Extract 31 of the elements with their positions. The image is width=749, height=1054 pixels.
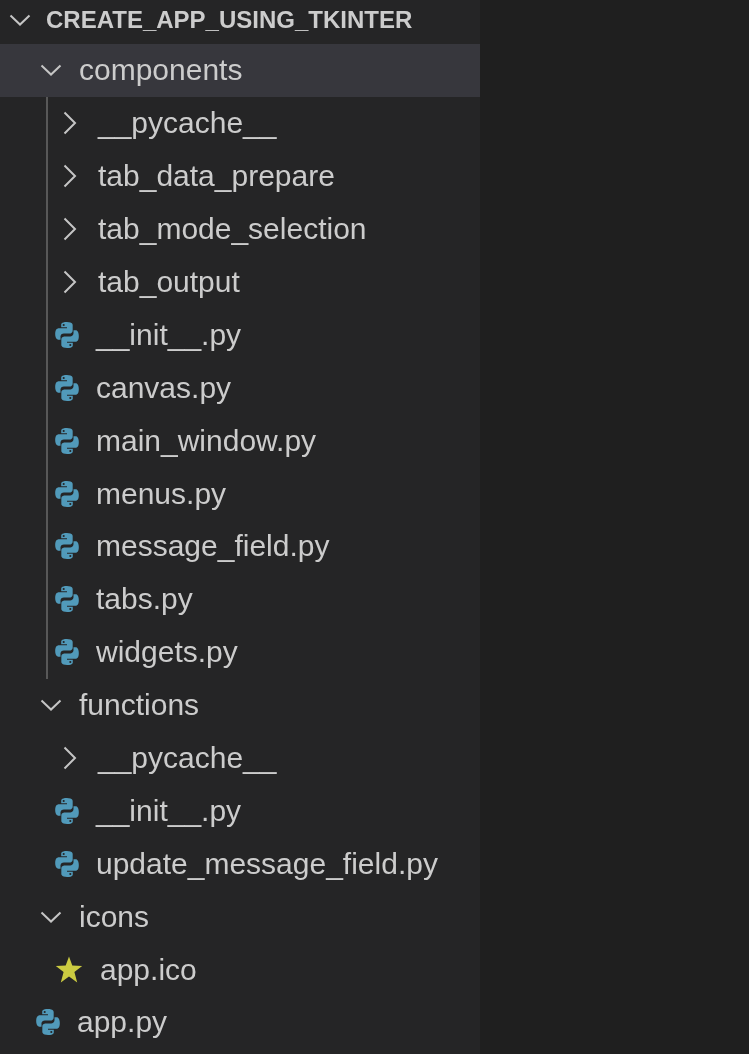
python-logo-icon — [55, 797, 79, 824]
file-item[interactable]: main_window.py — [0, 414, 480, 468]
star-icon — [55, 956, 83, 984]
file-item[interactable]: message_field.py — [0, 520, 480, 573]
folder-item[interactable]: tab_data_prepare — [0, 149, 480, 203]
folder-item[interactable]: icons — [0, 890, 480, 944]
python-logo-icon — [55, 533, 79, 560]
python-logo-icon — [55, 427, 79, 454]
file-item[interactable]: app.py — [0, 996, 480, 1049]
python-logo-icon — [55, 639, 79, 666]
python-logo-icon — [55, 480, 79, 507]
folder-item[interactable]: tab_output — [0, 255, 480, 309]
python-logo-icon — [55, 586, 79, 613]
folder-item[interactable]: __pycache__ — [0, 96, 480, 150]
python-logo-icon — [36, 1009, 60, 1036]
folder-item[interactable]: __pycache__ — [0, 731, 480, 785]
python-logo-icon — [55, 321, 79, 348]
folder-item[interactable]: components — [0, 44, 480, 97]
folder-item[interactable]: functions — [0, 678, 480, 732]
file-item[interactable]: menus.py — [0, 467, 480, 520]
file-item[interactable]: widgets.py — [0, 625, 480, 679]
file-item[interactable]: tabs.py — [0, 572, 480, 626]
file-item[interactable]: __init__.py — [0, 784, 480, 838]
file-item[interactable]: update_message_field.py — [0, 837, 480, 891]
python-logo-icon — [55, 850, 79, 877]
file-item[interactable]: app.ico — [0, 943, 480, 997]
python-logo-icon — [55, 374, 79, 401]
file-item[interactable]: __init__.py — [0, 308, 480, 362]
file-item[interactable]: canvas.py — [0, 361, 480, 415]
project-folder-header[interactable]: CREATE_APP_USING_TKINTER — [0, 0, 480, 44]
folder-item[interactable]: tab_mode_selection — [0, 202, 480, 256]
